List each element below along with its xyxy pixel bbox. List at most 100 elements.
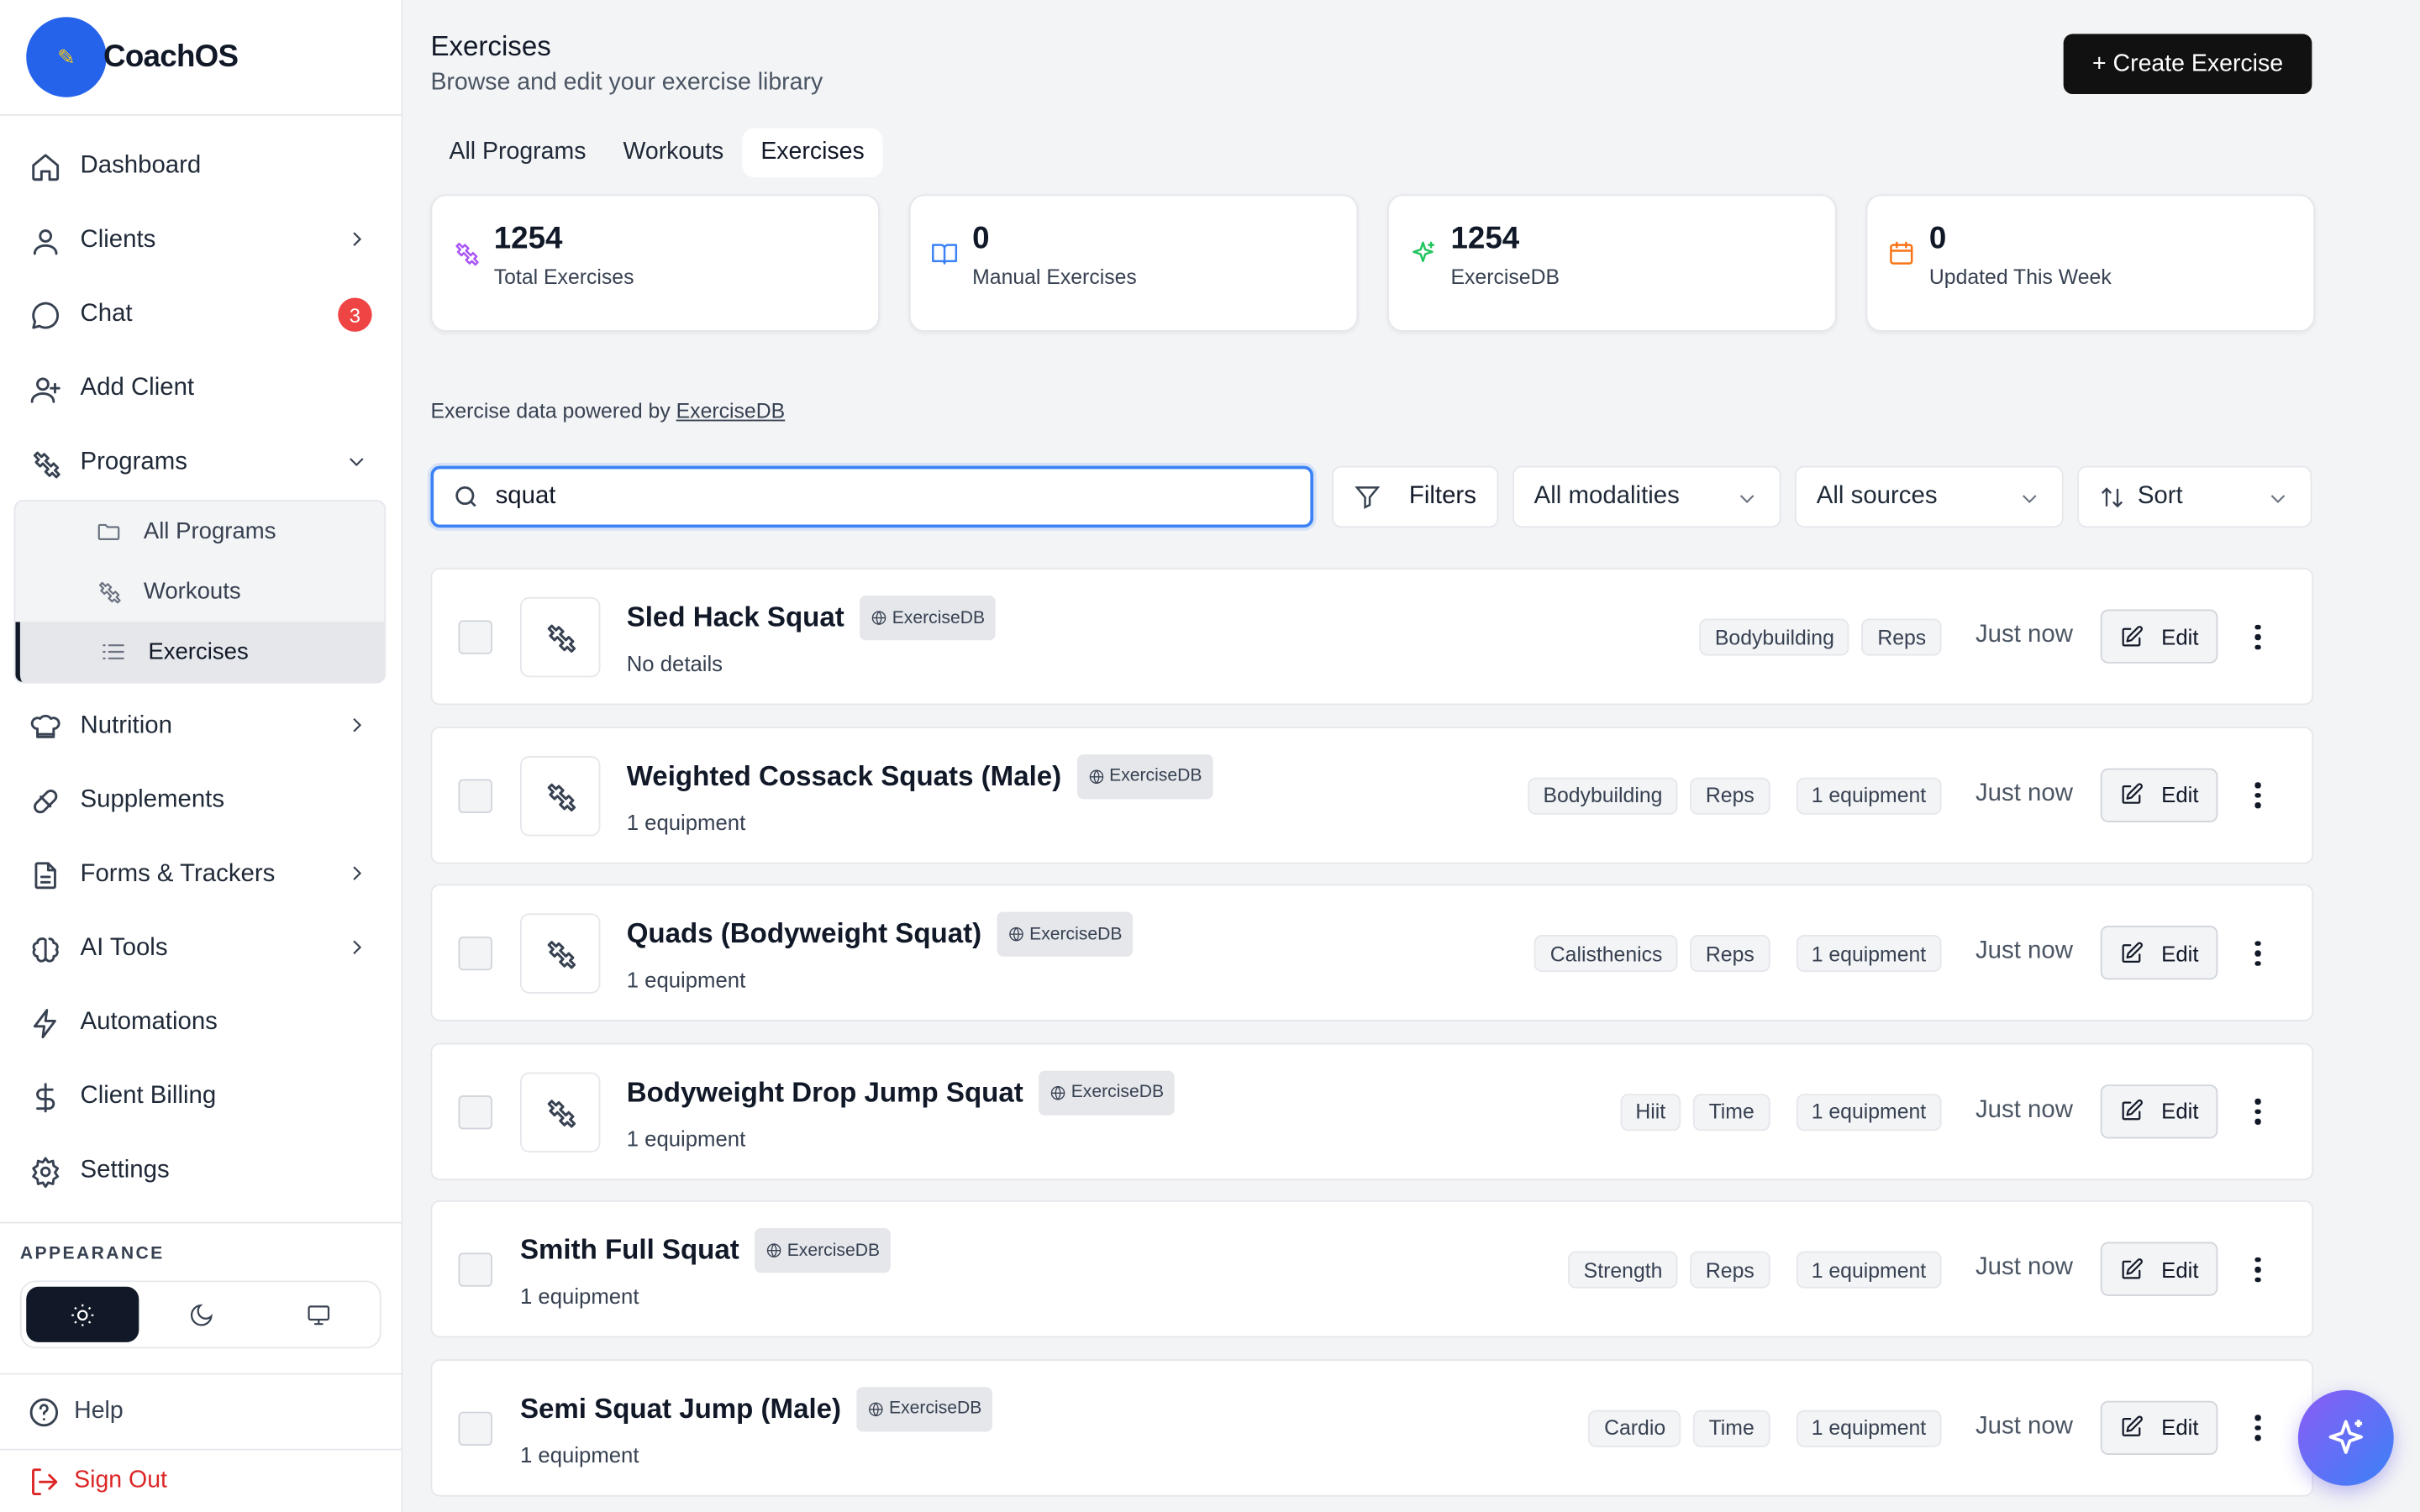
edit-button[interactable]: Edit [2100,1399,2218,1455]
tab-exercises[interactable]: Exercises [742,128,883,178]
sign-out-link[interactable]: Sign Out [0,1448,402,1512]
theme-system-button[interactable] [263,1287,375,1342]
programs-subnav: All Programs Workouts Exercises [13,500,387,684]
exercise-detail: 1 equipment [626,967,746,992]
exercise-row[interactable]: Semi Squat Jump (Male) ExerciseDB 1 equi… [430,1358,2314,1496]
edit-icon [2120,624,2162,648]
pill-icon [28,784,61,817]
exercise-row[interactable]: Bodyweight Drop Jump Squat ExerciseDB 1 … [430,1042,2314,1180]
logout-icon [32,1467,58,1495]
chat-icon [28,297,61,331]
equipment-tag: 1 equipment [1796,935,1942,973]
source-badge: ExerciseDB [860,595,996,641]
edit-button[interactable]: Edit [2100,767,2218,822]
subnav-item-exercises[interactable]: Exercises [15,622,385,682]
more-options-icon[interactable] [2247,779,2269,812]
subnav-item-all-programs[interactable]: All Programs [15,501,384,562]
edit-button[interactable]: Edit [2100,1084,2218,1138]
tab-workouts[interactable]: Workouts [604,128,742,177]
exercise-row[interactable]: Smith Full Squat ExerciseDB 1 equipment … [430,1200,2314,1338]
sidebar-item-clients[interactable]: Clients [0,203,402,277]
row-checkbox[interactable] [458,936,492,971]
edit-button[interactable]: Edit [2100,609,2218,664]
sort-select[interactable]: Sort [2077,465,2312,528]
exercise-tag: Bodybuilding [1699,618,1850,656]
exercise-title-wrap: Smith Full Squat ExerciseDB [520,1228,891,1273]
book-icon [931,239,959,267]
exercise-name[interactable]: Smith Full Squat [520,1234,739,1267]
sidebar-item-chat[interactable]: Chat 3 [0,278,402,352]
edit-label: Edit [2161,623,2199,649]
sidebar-item-nutrition[interactable]: Nutrition [0,690,402,764]
subnav-label: All Programs [143,518,276,545]
chef-hat-icon [28,710,61,743]
exercise-name[interactable]: Sled Hack Squat [627,601,844,634]
dumbbell-icon [544,779,577,812]
exercise-row[interactable]: Weighted Cossack Squats (Male) ExerciseD… [430,726,2314,864]
sidebar-item-settings[interactable]: Settings [0,1134,402,1208]
more-options-icon[interactable] [2247,937,2269,970]
stat-label: Manual Exercises [972,265,1137,289]
create-exercise-button[interactable]: + Create Exercise [2063,34,2312,95]
row-checkbox[interactable] [458,620,492,654]
sidebar-item-programs[interactable]: Programs [0,426,402,500]
edit-button[interactable]: Edit [2100,1242,2218,1296]
edit-icon [2120,1415,2162,1439]
sidebar-item-ai-tools[interactable]: AI Tools [0,911,402,985]
theme-light-button[interactable] [26,1286,139,1342]
subnav-item-workouts[interactable]: Workouts [15,562,384,622]
search-input[interactable] [495,482,1267,511]
theme-dark-button[interactable] [145,1287,256,1342]
folder-icon [96,518,122,544]
tab-all-programs[interactable]: All Programs [430,128,604,177]
exercise-row[interactable]: Quads (Bodyweight Squat) ExerciseDB 1 eq… [430,884,2314,1021]
chevron-down-icon [2018,487,2040,509]
exercise-name[interactable]: Quads (Bodyweight Squat) [627,918,981,951]
main-content: Exercises Browse and edit your exercise … [402,0,2420,1512]
more-options-icon[interactable] [2247,1411,2269,1445]
row-checkbox[interactable] [458,778,492,813]
exercisedb-link[interactable]: ExerciseDB [676,400,786,423]
ai-assistant-button[interactable] [2297,1389,2394,1486]
exercise-tags: Calisthenics Reps 1 equipment [1534,935,1954,973]
exercise-row[interactable]: Sled Hack Squat ExerciseDB No details Bo… [430,567,2314,706]
source-select[interactable]: All sources [1795,465,2064,528]
edit-label: Edit [2161,782,2199,807]
exercise-name[interactable]: Bodyweight Drop Jump Squat [627,1076,1023,1109]
row-checkbox[interactable] [458,1095,492,1129]
edit-button[interactable]: Edit [2100,926,2218,980]
row-checkbox[interactable] [458,1410,492,1446]
exercise-detail: 1 equipment [519,1284,639,1309]
row-checkbox[interactable] [458,1252,492,1287]
chevron-down-icon [1736,487,1758,509]
exercise-tag: Cardio [1588,1409,1681,1446]
equipment-tag: 1 equipment [1796,1251,1942,1289]
sidebar-item-forms-trackers[interactable]: Forms & Trackers [0,837,402,911]
modality-select[interactable]: All modalities [1512,465,1781,528]
more-options-icon[interactable] [2247,1252,2269,1286]
exercise-name[interactable]: Weighted Cossack Squats (Male) [627,760,1061,793]
sun-icon [71,1303,93,1326]
sidebar-item-client-billing[interactable]: Client Billing [0,1060,402,1134]
filters-button[interactable]: Filters [1332,465,1499,528]
sidebar-item-supplements[interactable]: Supplements [0,764,402,837]
globe-icon [871,609,892,626]
exercise-list: Sled Hack Squat ExerciseDB No details Bo… [430,567,2314,1512]
brand[interactable]: ✎ CoachOS [0,0,402,116]
sidebar-item-automations[interactable]: Automations [0,986,402,1060]
help-link[interactable]: Help [0,1373,402,1449]
exercise-tag: Reps [1861,618,1942,656]
globe-icon [1050,1084,1071,1100]
exercise-thumbnail [519,755,601,836]
more-options-icon[interactable] [2247,620,2269,654]
edit-icon [2120,1257,2162,1281]
dumbbell-icon [544,1095,577,1128]
more-options-icon[interactable] [2247,1095,2269,1128]
sidebar-item-label: Forms & Trackers [80,860,276,888]
sidebar-item-dashboard[interactable]: Dashboard [0,129,402,203]
exercise-name[interactable]: Semi Squat Jump (Male) [520,1393,841,1425]
updated-time: Just now [1975,622,2073,648]
sidebar-item-add-client[interactable]: Add Client [0,352,402,426]
sort-label: Sort [2137,482,2183,510]
source-label: ExerciseDB [786,1241,881,1260]
